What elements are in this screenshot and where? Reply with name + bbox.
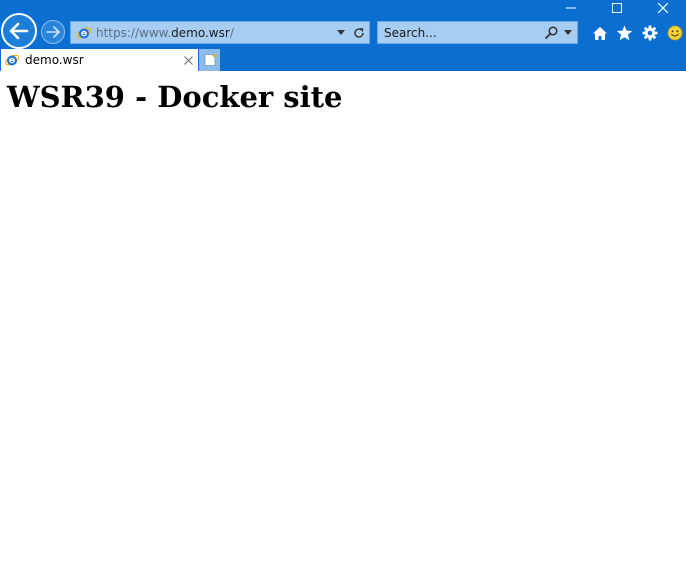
favorites-button[interactable] <box>613 22 636 44</box>
ie-logo-icon <box>76 27 92 38</box>
url-host: demo.wsr <box>171 25 230 40</box>
smiley-feedback-icon <box>667 25 682 41</box>
address-dropdown-button[interactable] <box>333 22 349 43</box>
page-content: WSR39 - Docker site <box>0 71 686 582</box>
feedback-button[interactable] <box>663 22 686 44</box>
window-controls <box>548 0 686 16</box>
search-icon <box>544 26 558 39</box>
search-box <box>377 21 578 44</box>
maximize-icon <box>612 3 622 13</box>
search-input[interactable] <box>378 22 541 43</box>
tab-demo-wsr[interactable]: demo.wsr <box>1 49 198 71</box>
search-button[interactable] <box>541 22 561 43</box>
home-icon <box>592 26 607 40</box>
tab-close-button[interactable] <box>178 50 198 70</box>
close-icon <box>658 3 668 13</box>
back-arrow-icon <box>9 22 29 40</box>
url-text[interactable]: https://www.demo.wsr/ <box>96 26 333 40</box>
minimize-icon <box>566 7 576 9</box>
url-prefix: https://www. <box>96 25 172 40</box>
tools-button[interactable] <box>638 22 661 44</box>
chevron-down-icon <box>564 30 572 35</box>
new-tab-button[interactable] <box>199 49 220 71</box>
url-suffix: / <box>229 25 234 40</box>
ie-logo-icon <box>4 54 20 66</box>
chevron-down-icon <box>337 30 345 35</box>
search-provider-dropdown[interactable] <box>561 22 575 43</box>
back-button[interactable] <box>1 13 37 49</box>
forward-arrow-icon <box>46 26 60 38</box>
tab-label: demo.wsr <box>25 53 84 67</box>
home-button[interactable] <box>588 22 611 44</box>
refresh-button[interactable] <box>349 22 369 43</box>
address-bar[interactable]: https://www.demo.wsr/ <box>70 21 370 44</box>
forward-button[interactable] <box>41 20 65 44</box>
favorites-star-icon <box>616 25 633 41</box>
close-button[interactable] <box>640 0 686 16</box>
gear-icon <box>642 25 657 41</box>
new-tab-icon <box>204 53 217 66</box>
page-heading: WSR39 - Docker site <box>7 80 343 114</box>
refresh-icon <box>354 27 364 38</box>
browser-chrome: https://www.demo.wsr/ Search... demo.wsr <box>0 0 686 71</box>
toolbar <box>588 22 686 44</box>
maximize-button[interactable] <box>594 0 640 16</box>
close-icon <box>183 55 193 65</box>
minimize-button[interactable] <box>548 0 594 16</box>
